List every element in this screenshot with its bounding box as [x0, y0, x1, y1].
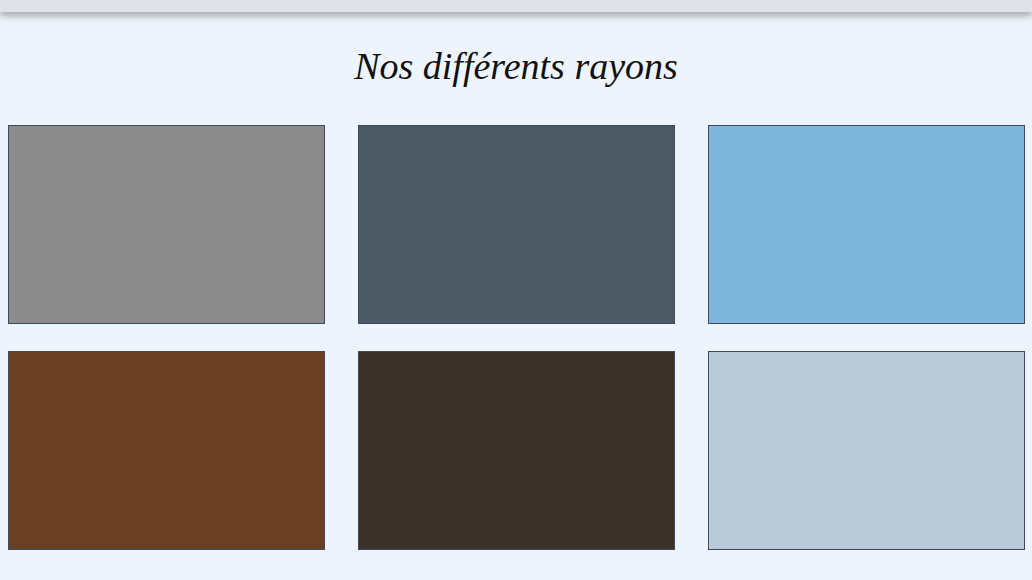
section-heading: Nos différents rayons: [0, 42, 1032, 90]
top-bar: [0, 0, 1032, 12]
departments-grid: [0, 125, 1032, 550]
department-tile[interactable]: [708, 351, 1025, 550]
department-tile[interactable]: [358, 351, 675, 550]
department-tile[interactable]: [708, 125, 1025, 324]
page: Nos différents rayons: [0, 0, 1032, 580]
department-tile[interactable]: [8, 351, 325, 550]
department-tile[interactable]: [358, 125, 675, 324]
department-tile[interactable]: [8, 125, 325, 324]
